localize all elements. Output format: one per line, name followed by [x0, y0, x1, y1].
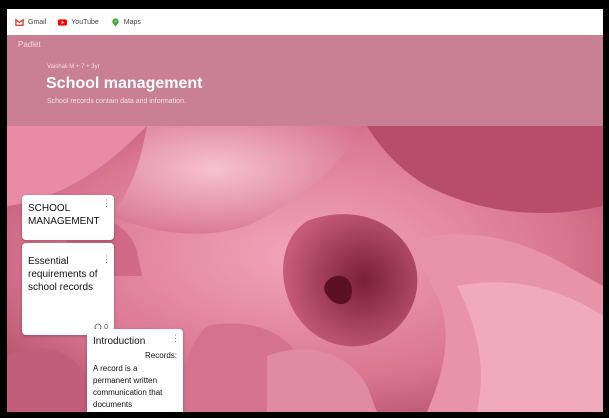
post-title: Essential requirements of school records	[28, 256, 98, 293]
page-subtitle: School records contain data and informat…	[47, 98, 186, 105]
post-title: SCHOOL MANAGEMENT	[28, 203, 100, 227]
bookmark-gmail[interactable]: Gmail	[15, 18, 46, 27]
post-card-essential-requirements[interactable]: Essential requirements of school records…	[22, 243, 114, 335]
post-title: Introduction	[93, 336, 146, 347]
bookmark-youtube[interactable]: YouTube	[58, 18, 99, 27]
post-card-introduction[interactable]: Introduction ⋮ Records: A record is a pe…	[87, 329, 183, 412]
post-label: Records:	[144, 351, 177, 360]
more-options-icon[interactable]: ⋮	[102, 199, 111, 208]
more-options-icon[interactable]: ⋮	[102, 255, 111, 264]
gmail-icon	[15, 18, 24, 26]
padlet-header: Padlet Vaishali M + 7 + 3yr School manag…	[7, 35, 603, 126]
more-options-icon[interactable]: ⋮	[171, 334, 180, 343]
bookmark-label: Gmail	[28, 18, 47, 26]
post-body: A record is a permanent written communic…	[93, 364, 163, 409]
bookmark-label: Maps	[123, 18, 141, 26]
youtube-icon	[58, 18, 68, 26]
bookmarks-bar: Gmail YouTube Maps	[7, 9, 603, 35]
bookmark-label: YouTube	[71, 18, 99, 26]
padlet-logo[interactable]: Padlet	[18, 40, 41, 49]
page-title: School management	[46, 75, 203, 92]
maps-icon	[112, 17, 119, 27]
breadcrumb: Vaishali M + 7 + 3yr	[47, 64, 100, 70]
post-card-school-management[interactable]: SCHOOL MANAGEMENT ⋮	[22, 195, 114, 240]
browser-viewport: Gmail YouTube Maps Padlet Vaishali M + 7…	[7, 9, 603, 412]
bookmark-maps[interactable]: Maps	[111, 17, 141, 27]
